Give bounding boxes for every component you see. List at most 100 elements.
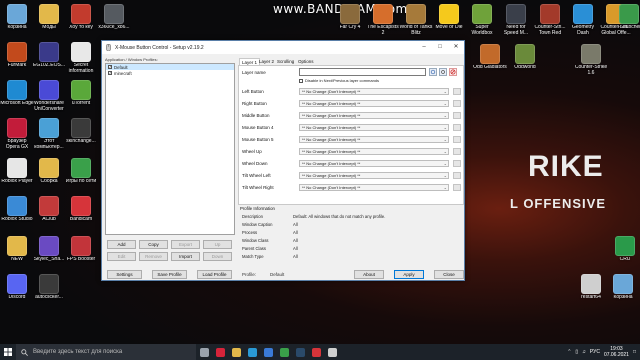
desktop-icon[interactable]: FPS Booster xyxy=(64,236,98,263)
notifications-icon[interactable]: □ xyxy=(633,349,636,355)
network-icon[interactable]: ▯ xyxy=(575,349,578,355)
desktop-icon[interactable]: skinchange... xyxy=(64,118,98,145)
desktop-icon[interactable]: Хоу то кеу xyxy=(64,4,98,31)
tray-chevron-icon[interactable]: ⌃ xyxy=(567,349,571,355)
copy-button[interactable]: Copy xyxy=(139,240,168,249)
action-options-button[interactable] xyxy=(453,88,461,95)
taskbar-app-explorer[interactable] xyxy=(228,344,244,360)
clock[interactable]: 19:03 07.06.2021 xyxy=(604,346,629,358)
about-button[interactable]: About xyxy=(354,270,384,279)
action-dropdown[interactable]: ** No Change (Don't Intercept) ** ⌄ xyxy=(299,124,449,131)
disable-layer-option[interactable]: Disable in Next/Previous layer commands xyxy=(299,78,379,83)
action-options-button[interactable] xyxy=(453,136,461,143)
desktop-icon[interactable]: Корзина xyxy=(0,4,34,31)
export-button[interactable]: Export xyxy=(171,240,200,249)
desktop-icon[interactable]: Oddworld xyxy=(508,44,542,71)
desktop-icon[interactable]: FurMark xyxy=(0,42,34,69)
desktop-icon[interactable]: Roblox Player xyxy=(0,158,34,185)
taskbar-app-xmouse[interactable] xyxy=(324,344,340,360)
start-button[interactable] xyxy=(0,344,16,360)
desktop-icon[interactable]: Roblox Studio xyxy=(0,196,34,223)
disable-layer-checkbox[interactable] xyxy=(299,78,303,83)
desktop-icon[interactable]: autoclicker... xyxy=(32,274,66,301)
profile-checkbox[interactable]: ✓ xyxy=(108,71,112,75)
taskbar-app-edge[interactable] xyxy=(244,344,260,360)
profile-checkbox[interactable]: ✓ xyxy=(108,65,112,69)
maximize-button[interactable]: □ xyxy=(432,41,448,54)
desktop-icon[interactable]: TLauncher xyxy=(612,4,640,31)
load-profile-button[interactable]: Load Profile xyxy=(197,270,232,279)
title-bar[interactable]: X-Mouse Button Control - Setup v2.19.2 –… xyxy=(102,41,464,54)
taskbar-app-opera-gx[interactable] xyxy=(212,344,228,360)
taskbar-search[interactable]: Введите здесь текст для поиска xyxy=(16,344,196,360)
action-options-button[interactable] xyxy=(453,100,461,107)
add-button[interactable]: Add xyxy=(107,240,136,249)
layer-name-input[interactable] xyxy=(299,68,426,76)
action-options-button[interactable] xyxy=(453,148,461,155)
action-dropdown[interactable]: ** No Change (Don't Intercept) ** ⌄ xyxy=(299,172,449,179)
edit-button[interactable]: Edit xyxy=(107,252,136,261)
desktop-icon[interactable]: restart64 xyxy=(574,274,608,301)
desktop-icon[interactable]: Корзина xyxy=(606,274,640,301)
layer-clear-button[interactable] xyxy=(449,68,457,76)
desktop-icon[interactable]: Move or Die xyxy=(432,4,466,31)
language-indicator[interactable]: РУС xyxy=(590,349,600,355)
desktop-icon[interactable]: NEW xyxy=(0,236,34,263)
remove-button[interactable]: Remove xyxy=(139,252,168,261)
desktop-icon[interactable]: Моды xyxy=(32,4,66,31)
desktop-icon[interactable]: Игры по сети xyxy=(64,158,98,185)
save-profile-button[interactable]: Save Profile xyxy=(152,270,187,279)
desktop-icon[interactable]: Counter-Strike 1.6 xyxy=(574,44,608,76)
desktop-icon[interactable]: World of Tanks Blitz xyxy=(399,4,433,36)
action-options-button[interactable] xyxy=(453,112,461,119)
profiles-list[interactable]: ✓ Default ✓ minecraft xyxy=(105,63,235,235)
taskbar-app-store[interactable] xyxy=(260,344,276,360)
desktop-icon[interactable]: uTorrent xyxy=(64,80,98,107)
action-dropdown[interactable]: ** No Change (Don't Intercept) ** ⌄ xyxy=(299,136,449,143)
layer-refresh-button[interactable] xyxy=(429,68,437,76)
desktop-icon[interactable]: CRU xyxy=(608,236,640,263)
action-dropdown[interactable]: ** No Change (Don't Intercept) ** ⌄ xyxy=(299,100,449,107)
action-dropdown[interactable]: ** No Change (Don't Intercept) ** ⌄ xyxy=(299,88,449,95)
desktop-icon[interactable]: Сборка xyxy=(32,158,66,185)
desktop-icon[interactable]: Microsoft Edge xyxy=(0,80,34,107)
desktop-icon[interactable]: Far Cry 4 xyxy=(333,4,367,31)
action-dropdown[interactable]: ** No Change (Don't Intercept) ** ⌄ xyxy=(299,112,449,119)
close-window-button[interactable]: ✕ xyxy=(448,41,464,54)
action-options-button[interactable] xyxy=(453,124,461,131)
apply-button[interactable]: Apply xyxy=(394,270,424,279)
desktop-icon[interactable]: Secret information xyxy=(64,42,98,74)
desktop-icon[interactable]: AClub xyxy=(32,196,66,223)
close-button[interactable]: Close xyxy=(434,270,464,279)
desktop-icon[interactable]: Super Worldbox xyxy=(465,4,499,36)
import-button[interactable]: Import xyxy=(171,252,200,261)
minimize-button[interactable]: – xyxy=(416,41,432,54)
desktop-icon[interactable]: Geometry Dash xyxy=(566,4,600,36)
volume-icon[interactable]: ♫ xyxy=(582,349,586,355)
taskbar-app-steam[interactable] xyxy=(292,344,308,360)
profile-item-minecraft[interactable]: ✓ minecraft xyxy=(106,70,234,76)
desktop-icon[interactable]: Discord xyxy=(0,274,34,301)
settings-button[interactable]: Settings xyxy=(107,270,142,279)
desktop-icon[interactable]: Counter-Stri... Town Red xyxy=(533,4,567,36)
taskbar-app-task-view[interactable] xyxy=(196,344,212,360)
taskbar-app-bandicam[interactable] xyxy=(308,344,324,360)
desktop-icon[interactable]: Skylec_Sha... xyxy=(32,236,66,263)
desktop-icon[interactable]: EG10Z.EOS... xyxy=(32,42,66,69)
action-options-button[interactable] xyxy=(453,160,461,167)
desktop-icon[interactable]: Wondershare UniConverter xyxy=(32,80,66,112)
action-dropdown[interactable]: ** No Change (Don't Intercept) ** ⌄ xyxy=(299,160,449,167)
desktop-icon[interactable]: Need for Speed M... xyxy=(499,4,533,36)
down-button[interactable]: Down xyxy=(203,252,232,261)
desktop-icon[interactable]: x360ce_x86... xyxy=(97,4,131,31)
desktop-icon[interactable]: Браузер Opera GX xyxy=(0,118,34,150)
action-options-button[interactable] xyxy=(453,172,461,179)
taskbar-app-chrome[interactable] xyxy=(276,344,292,360)
action-options-button[interactable] xyxy=(453,184,461,191)
action-dropdown[interactable]: ** No Change (Don't Intercept) ** ⌄ xyxy=(299,148,449,155)
desktop-icon[interactable]: Этот компьютер... xyxy=(32,118,66,150)
action-dropdown[interactable]: ** No Change (Don't Intercept) ** ⌄ xyxy=(299,184,449,191)
layer-settings-button[interactable] xyxy=(439,68,447,76)
up-button[interactable]: Up xyxy=(203,240,232,249)
desktop-icon[interactable]: Odd Gladiators xyxy=(473,44,507,71)
